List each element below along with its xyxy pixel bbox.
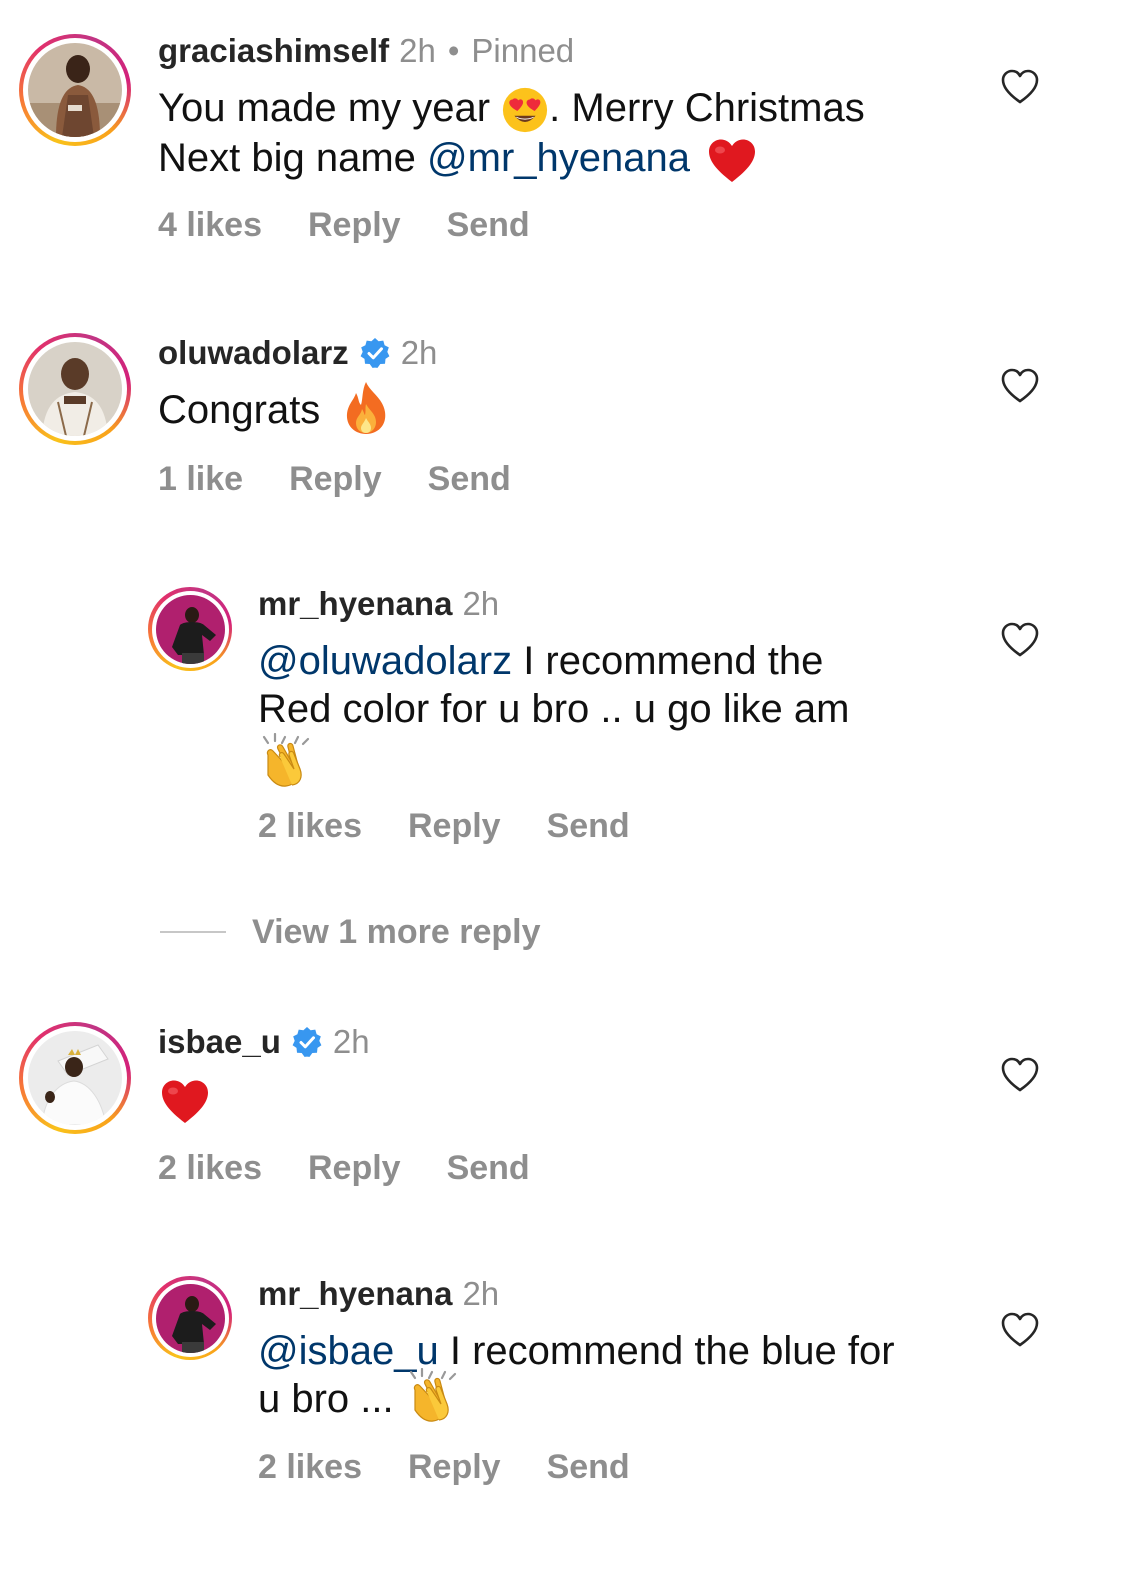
mention-link[interactable]: @isbae_u xyxy=(258,1329,439,1373)
verified-badge-icon xyxy=(359,337,391,369)
comment-header: graciashimself 2h • Pinned xyxy=(158,31,574,71)
comment-text-part: I recommend the blue for xyxy=(449,1329,895,1373)
comment-text-part: Red color for u bro .. u go like am xyxy=(258,687,850,731)
mention-link[interactable]: @oluwadolarz xyxy=(258,639,512,683)
red-heart-emoji-icon xyxy=(160,1079,210,1125)
avatar[interactable] xyxy=(19,333,131,445)
send-button[interactable]: Send xyxy=(428,460,511,498)
comment-header: oluwadolarz 2h xyxy=(158,333,437,373)
timestamp: 2h xyxy=(462,585,500,622)
comment-actions: 2 likes Reply Send xyxy=(258,1447,676,1487)
reply-button[interactable]: Reply xyxy=(408,807,501,845)
like-heart-icon[interactable] xyxy=(1001,368,1039,404)
likes-count[interactable]: 2 likes xyxy=(258,807,362,845)
send-button[interactable]: Send xyxy=(547,807,630,845)
comment-text-part: You made my year xyxy=(158,86,491,130)
username[interactable]: mr_hyenana xyxy=(258,1274,452,1314)
clapping-hands-emoji-icon xyxy=(405,1368,461,1424)
comment-header: mr_hyenana 2h xyxy=(258,1274,499,1314)
divider xyxy=(160,931,226,933)
red-heart-emoji-icon xyxy=(707,138,757,184)
comment-text-part: . Merry Christmas xyxy=(549,86,865,130)
timestamp: 2h xyxy=(462,1275,500,1312)
comment-text: @isbae_u I recommend the blue for u bro … xyxy=(258,1327,978,1424)
pinned-label: Pinned xyxy=(471,32,575,69)
username[interactable]: oluwadolarz xyxy=(158,333,349,373)
like-heart-icon[interactable] xyxy=(1001,1312,1039,1348)
avatar-photo xyxy=(155,1283,225,1353)
comment-text: You made my year . Merry Christmas Next … xyxy=(158,84,978,184)
likes-count[interactable]: 4 likes xyxy=(158,206,262,244)
separator: • xyxy=(447,32,460,69)
avatar[interactable] xyxy=(19,34,131,146)
send-button[interactable]: Send xyxy=(447,1149,530,1187)
avatar-photo xyxy=(28,43,122,137)
timestamp: 2h xyxy=(400,334,438,371)
timestamp: 2h xyxy=(332,1023,370,1060)
username[interactable]: isbae_u xyxy=(158,1022,281,1062)
send-button[interactable]: Send xyxy=(547,1448,630,1486)
timestamp: 2h xyxy=(399,32,436,69)
comment-text: Congrats xyxy=(158,386,978,436)
verified-badge-icon xyxy=(291,1026,323,1058)
reply-button[interactable]: Reply xyxy=(408,1448,501,1486)
avatar-photo xyxy=(155,594,225,664)
comment-actions: 2 likes Reply Send xyxy=(158,1148,576,1188)
like-heart-icon[interactable] xyxy=(1001,622,1039,658)
reply-button[interactable]: Reply xyxy=(308,1149,401,1187)
heart-eyes-emoji-icon xyxy=(501,86,549,134)
view-more-replies[interactable]: View 1 more reply xyxy=(160,912,541,952)
reply-button[interactable]: Reply xyxy=(308,206,401,244)
avatar-photo xyxy=(28,342,122,436)
comment-actions: 1 like Reply Send xyxy=(158,459,557,499)
likes-count[interactable]: 2 likes xyxy=(258,1448,362,1486)
comment-text-part: I recommend the xyxy=(523,639,824,683)
avatar[interactable] xyxy=(148,1276,232,1360)
send-button[interactable]: Send xyxy=(447,206,530,244)
view-more-label[interactable]: View 1 more reply xyxy=(252,912,541,952)
avatar[interactable] xyxy=(19,1022,131,1134)
comment-header: mr_hyenana 2h xyxy=(258,584,499,624)
like-heart-icon[interactable] xyxy=(1001,69,1039,105)
likes-count[interactable]: 1 like xyxy=(158,460,243,498)
comment-text-part: Next big name xyxy=(158,136,416,181)
clapping-hands-emoji-icon xyxy=(258,733,314,789)
comment-actions: 2 likes Reply Send xyxy=(258,806,676,846)
comment-actions: 4 likes Reply Send xyxy=(158,205,576,245)
comment-text: @oluwadolarz I recommend the Red color f… xyxy=(258,637,978,789)
comment-text-part: Congrats xyxy=(158,388,321,432)
comment-header: isbae_u 2h xyxy=(158,1022,370,1062)
like-heart-icon[interactable] xyxy=(1001,1057,1039,1093)
fire-emoji-icon xyxy=(343,380,389,436)
avatar-photo xyxy=(28,1031,122,1125)
comment-text-part: u bro ... xyxy=(258,1377,394,1421)
username[interactable]: mr_hyenana xyxy=(258,584,452,624)
reply-button[interactable]: Reply xyxy=(289,460,382,498)
comment-text xyxy=(160,1076,360,1125)
mention-link[interactable]: @mr_hyenana xyxy=(427,136,690,180)
avatar[interactable] xyxy=(148,587,232,671)
likes-count[interactable]: 2 likes xyxy=(158,1149,262,1187)
username[interactable]: graciashimself xyxy=(158,31,389,71)
